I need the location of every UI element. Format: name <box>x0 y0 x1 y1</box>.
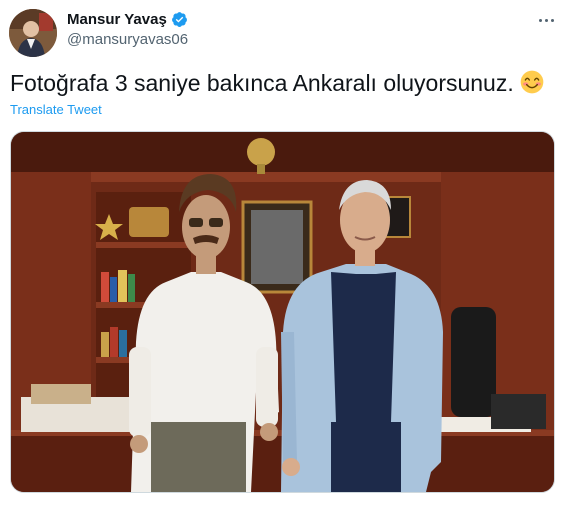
tweet-text: Fotoğrafa 3 saniye bakınca Ankaralı oluy… <box>10 67 544 99</box>
avatar[interactable] <box>9 9 57 57</box>
verified-badge-icon <box>171 11 188 28</box>
author-handle[interactable]: @mansuryavas06 <box>67 31 188 48</box>
smiling-face-emoji-icon <box>520 70 544 94</box>
author-display-name[interactable]: Mansur Yavaş <box>67 11 167 28</box>
avatar-photo <box>9 9 57 57</box>
tweet-photo[interactable] <box>10 131 555 493</box>
more-options-icon[interactable] <box>536 10 556 30</box>
translate-tweet-link[interactable]: Translate Tweet <box>10 102 102 117</box>
tweet-text-content: Fotoğrafa 3 saniye bakınca Ankaralı oluy… <box>10 70 514 96</box>
tweet-card[interactable]: Mansur Yavaş @mansuryavas06 Fotoğrafa 3 … <box>0 0 574 511</box>
office-photo-image <box>11 132 554 492</box>
